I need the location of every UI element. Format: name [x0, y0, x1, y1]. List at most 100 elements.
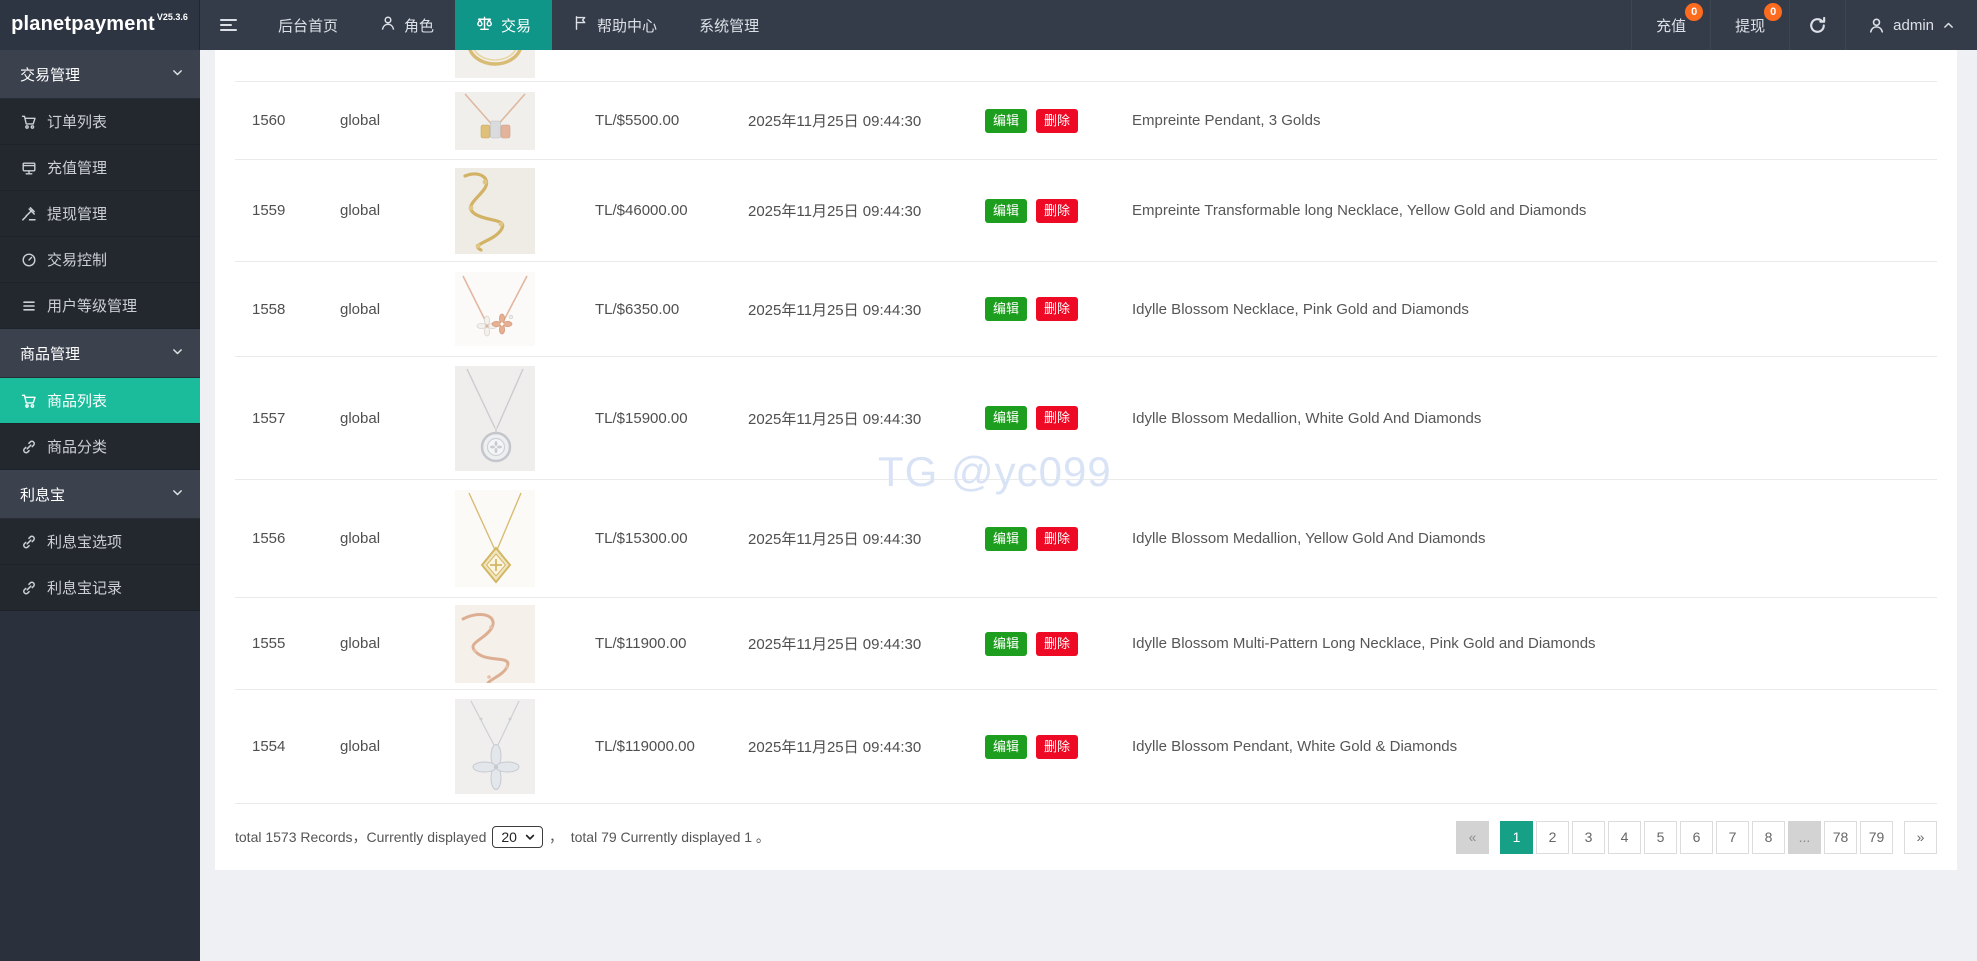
product-photo-cell: [425, 604, 565, 683]
product-photo-cell: [425, 91, 565, 150]
main-panel: 1560 global TL/$5500.00 2025年11月25日 09:44:3…: [215, 50, 1957, 870]
sidebar-item[interactable]: 订单列表: [0, 99, 200, 145]
pagination-page-button[interactable]: 6: [1680, 820, 1713, 854]
product-region: global: [340, 112, 381, 129]
product-name: Empreinte Transformable long Necklace, Y…: [1132, 202, 1587, 219]
scales-icon: [476, 15, 493, 36]
link-icon: [21, 534, 37, 550]
sidebar-item-label: 交易控制: [47, 252, 108, 269]
sidebar-section-header[interactable]: 利息宝: [0, 470, 200, 519]
delete-button[interactable]: 删除: [1036, 631, 1079, 656]
product-price: TL/$11900.00: [595, 635, 687, 652]
edit-button[interactable]: 编辑: [985, 198, 1028, 223]
table-row: 1554 global TL/$119000.00 2025年11月25日 09:44…: [235, 690, 1937, 804]
nav-item[interactable]: 帮助中心: [552, 0, 678, 50]
sidebar-item[interactable]: 商品分类: [0, 424, 200, 470]
product-photo-cell: [425, 50, 565, 78]
product-date: 2025年11月25日 09:44:30: [748, 203, 922, 220]
nav-item[interactable]: 后台首页: [257, 0, 359, 50]
delete-button[interactable]: 删除: [1036, 108, 1079, 133]
user-menu[interactable]: admin: [1845, 0, 1977, 50]
product-region: global: [340, 635, 381, 652]
delete-button[interactable]: 删除: [1036, 734, 1079, 759]
pagination-page-button[interactable]: 2: [1536, 820, 1569, 854]
sidebar-item[interactable]: 充值管理: [0, 145, 200, 191]
edit-button[interactable]: 编辑: [985, 406, 1028, 430]
sidebar-section-header[interactable]: 交易管理: [0, 50, 200, 99]
pagination-page-button[interactable]: 1: [1500, 820, 1533, 854]
brand-version: V25.3.6: [156, 12, 188, 22]
product-photo-cell: [425, 490, 565, 587]
sidebar-toggle-button[interactable]: [200, 0, 257, 50]
pagination-next-button[interactable]: »: [1904, 820, 1937, 854]
nav-item[interactable]: 交易: [455, 0, 553, 50]
sidebar-item[interactable]: 交易控制: [0, 237, 200, 283]
flag-icon: [573, 15, 589, 35]
nav-item[interactable]: 系统管理: [678, 0, 780, 50]
chevron-down-icon: [171, 66, 184, 83]
product-date: 2025年11月25日 09:44:30: [748, 531, 922, 548]
refresh-button[interactable]: [1789, 0, 1845, 50]
delete-button[interactable]: 删除: [1036, 198, 1079, 223]
edit-button[interactable]: 编辑: [985, 526, 1028, 551]
product-name: Idylle Blossom Necklace, Pink Gold and D…: [1132, 300, 1469, 318]
page-size-select[interactable]: 20: [492, 826, 543, 848]
product-region: global: [340, 409, 381, 427]
product-name: Empreinte Pendant, 3 Golds: [1132, 112, 1321, 129]
product-price: TL/$46000.00: [595, 202, 688, 219]
sidebar-item-label: 利息宝选项: [47, 534, 123, 551]
pink-gold-long-chain-photo: [455, 604, 535, 683]
topbar-nav: 后台首页 角色 交易 帮助中心 系统管理: [257, 0, 780, 50]
sidebar-item[interactable]: 商品列表: [0, 378, 200, 424]
pagination-page-button[interactable]: 3: [1572, 820, 1605, 854]
edit-button[interactable]: 编辑: [985, 108, 1028, 133]
pagination-page-button[interactable]: 4: [1608, 820, 1641, 854]
table-row: 1556 global TL/$15300.00 2025年11月25日 09:44:…: [235, 480, 1937, 598]
pagination-page-button[interactable]: 7: [1716, 820, 1749, 854]
nav-item[interactable]: 角色: [359, 0, 455, 50]
edit-button[interactable]: 编辑: [985, 734, 1028, 759]
edit-button[interactable]: 编辑: [985, 297, 1028, 321]
topbar-quick: 充值 0 提现 0: [1631, 0, 1789, 50]
quick-link[interactable]: 充值 0: [1631, 0, 1710, 50]
pagination-page-button[interactable]: 8: [1752, 820, 1785, 854]
sidebar-item-label: 用户等级管理: [47, 298, 138, 315]
sidebar-item-label: 利息宝记录: [47, 580, 123, 597]
nav-item-label: 帮助中心: [597, 17, 658, 35]
menu-icon: [220, 16, 237, 34]
pagination-page-button[interactable]: 79: [1860, 820, 1893, 854]
delete-button[interactable]: 删除: [1036, 297, 1079, 321]
sidebar-item[interactable]: 利息宝选项: [0, 519, 200, 565]
gauge-icon: [21, 252, 37, 268]
product-photo-cell: [425, 365, 565, 471]
sidebar-item[interactable]: 用户等级管理: [0, 283, 200, 329]
pagination-page-button[interactable]: 5: [1644, 820, 1677, 854]
table-row: 1559 global TL/$46000.00 2025年11月25日 09:44:…: [235, 160, 1937, 262]
edit-button[interactable]: 编辑: [985, 631, 1028, 656]
product-actions: 编辑 删除: [955, 108, 1115, 133]
sidebar-section-label: 利息宝: [20, 486, 66, 504]
pink-gold-flower-necklace-photo: [455, 272, 535, 346]
quick-link[interactable]: 提现 0: [1710, 0, 1789, 50]
pagination-ellipsis: ...: [1788, 820, 1821, 854]
sidebar-section-header[interactable]: 商品管理: [0, 329, 200, 378]
link-icon: [21, 580, 37, 596]
notification-badge: 0: [1764, 3, 1783, 21]
product-region: global: [340, 202, 381, 219]
table-footer: total 1573 Records，Currently displayed 2…: [235, 804, 1937, 870]
sidebar-item[interactable]: 利息宝记录: [0, 565, 200, 611]
product-id: 1560: [252, 112, 286, 129]
white-gold-petal-pendant-photo: [455, 699, 535, 794]
pagination-page-button[interactable]: 78: [1824, 820, 1857, 854]
necklace-three-rings-photo: [455, 91, 535, 150]
quick-link-label: 充值: [1656, 17, 1687, 35]
delete-button[interactable]: 删除: [1036, 526, 1079, 551]
product-id: 1559: [252, 202, 286, 219]
necklace-ring-bottom-photo: [455, 50, 535, 78]
sidebar-item[interactable]: 提现管理: [0, 191, 200, 237]
topbar-right: 充值 0 提现 0 admin: [1631, 0, 1977, 50]
table-row: 1558 global TL/$6350.00 2025年11月25日 09:44:3…: [235, 262, 1937, 357]
delete-button[interactable]: 删除: [1036, 406, 1079, 430]
nav-item-label: 交易: [501, 17, 532, 35]
cart-icon: [21, 114, 37, 130]
